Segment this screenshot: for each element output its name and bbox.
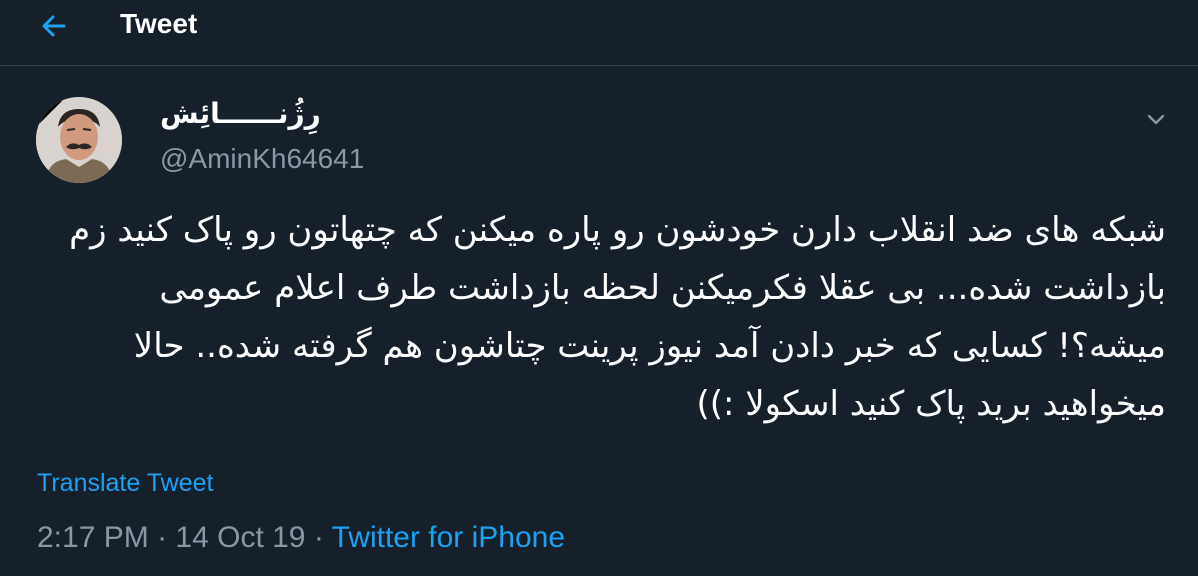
tweet-source-link[interactable]: Twitter for iPhone: [332, 521, 565, 554]
author-display-name[interactable]: رِژُنــــــائِش: [160, 97, 321, 130]
separator: ·: [305, 521, 332, 554]
tweet-date[interactable]: 14 Oct 19: [175, 521, 305, 554]
arrow-left-icon: [42, 15, 66, 37]
translate-tweet-link[interactable]: Translate Tweet: [37, 469, 213, 498]
page-title: Tweet: [120, 8, 198, 39]
avatar[interactable]: [36, 97, 122, 183]
tweet-time[interactable]: 2:17 PM: [37, 521, 149, 554]
chevron-down-icon: [1147, 114, 1165, 125]
tweet-metadata: 2:17 PM · 14 Oct 19 · Twitter for iPhone: [37, 521, 565, 555]
tweet-detail: رِژُنــــــائِش @AminKh64641 شبکه های ضد…: [0, 67, 1198, 576]
more-options-button[interactable]: [1142, 105, 1170, 133]
separator: ·: [148, 521, 176, 554]
back-button[interactable]: [34, 6, 74, 46]
avatar-image: [36, 97, 122, 183]
tweet-text: شبکه های ضد انقلاب دارن خودشون رو پاره م…: [69, 210, 1166, 424]
top-bar: Tweet: [0, 0, 1198, 66]
author-handle[interactable]: @AminKh64641: [160, 143, 364, 175]
